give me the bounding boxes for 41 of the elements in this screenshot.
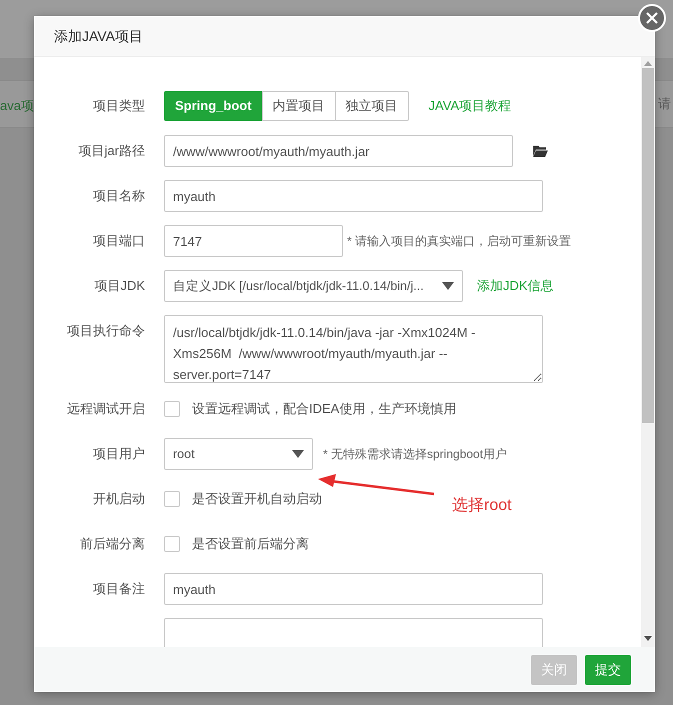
field-label: 项目备注 <box>93 581 145 596</box>
field-label: 项目jar路径 <box>78 143 145 158</box>
checkbox[interactable] <box>164 401 180 417</box>
dropdown-caret-icon <box>442 282 454 290</box>
text-field[interactable]: /www/wwwroot/myauth/myauth.jar <box>164 135 513 167</box>
field-label: 前后端分离 <box>80 536 145 551</box>
annotation-text: 选择root <box>452 496 512 516</box>
field-label: 项目JDK <box>94 278 145 293</box>
close-icon <box>646 12 658 24</box>
checkbox-label: 是否设置开机自动启动 <box>192 490 322 508</box>
text-field[interactable]: 7147 <box>164 225 343 257</box>
checkbox[interactable] <box>164 491 180 507</box>
checkbox-label: 是否设置前后端分离 <box>192 535 309 554</box>
type-tab[interactable]: 独立项目 <box>334 91 409 121</box>
dropdown[interactable]: root <box>164 438 313 470</box>
text-field[interactable] <box>164 618 543 647</box>
hint-text: * 请输入项目的真实端口，启动可重新设置 <box>347 233 572 250</box>
field-label: 项目端口 <box>93 233 145 248</box>
field-label: 项目类型 <box>93 98 145 113</box>
hint-text: * 无特殊需求请选择springboot用户 <box>323 446 508 463</box>
scrollbar-thumb[interactable] <box>642 68 654 423</box>
field-label: 开机启动 <box>93 491 145 506</box>
field-label: 项目名称 <box>93 188 145 203</box>
command-field[interactable]: /usr/local/btjdk/jdk-11.0.14/bin/java -jar -Xmx1024M -Xms256M /www/wwwroot/myauth/myauth.jar --server.port=7147 <box>164 315 543 383</box>
checkbox-label: 设置远程调试，配合IDEA使用，生产环境慎用 <box>192 400 456 418</box>
field-label: 远程调试开启 <box>67 401 145 416</box>
scrollbar[interactable] <box>641 57 655 647</box>
scroll-down-icon[interactable] <box>644 636 652 641</box>
text-field[interactable]: myauth <box>164 573 543 605</box>
checkbox[interactable] <box>164 536 180 552</box>
folder-icon[interactable] <box>533 145 548 157</box>
field-label: 项目用户 <box>93 446 145 461</box>
scroll-up-icon[interactable] <box>644 61 652 66</box>
type-tab[interactable]: 内置项目 <box>262 91 336 121</box>
dropdown[interactable]: 自定义JDK [/usr/local/btjdk/jdk-11.0.14/bin/j... <box>164 270 463 302</box>
dropdown-caret-icon <box>292 450 304 458</box>
dialog-title: 添加JAVA项目 <box>54 26 143 46</box>
background-text: ava项 <box>0 97 34 115</box>
background-text: 请 <box>658 95 671 113</box>
field-label: 项目执行命令 <box>67 323 145 338</box>
text-field[interactable]: myauth <box>164 180 543 212</box>
